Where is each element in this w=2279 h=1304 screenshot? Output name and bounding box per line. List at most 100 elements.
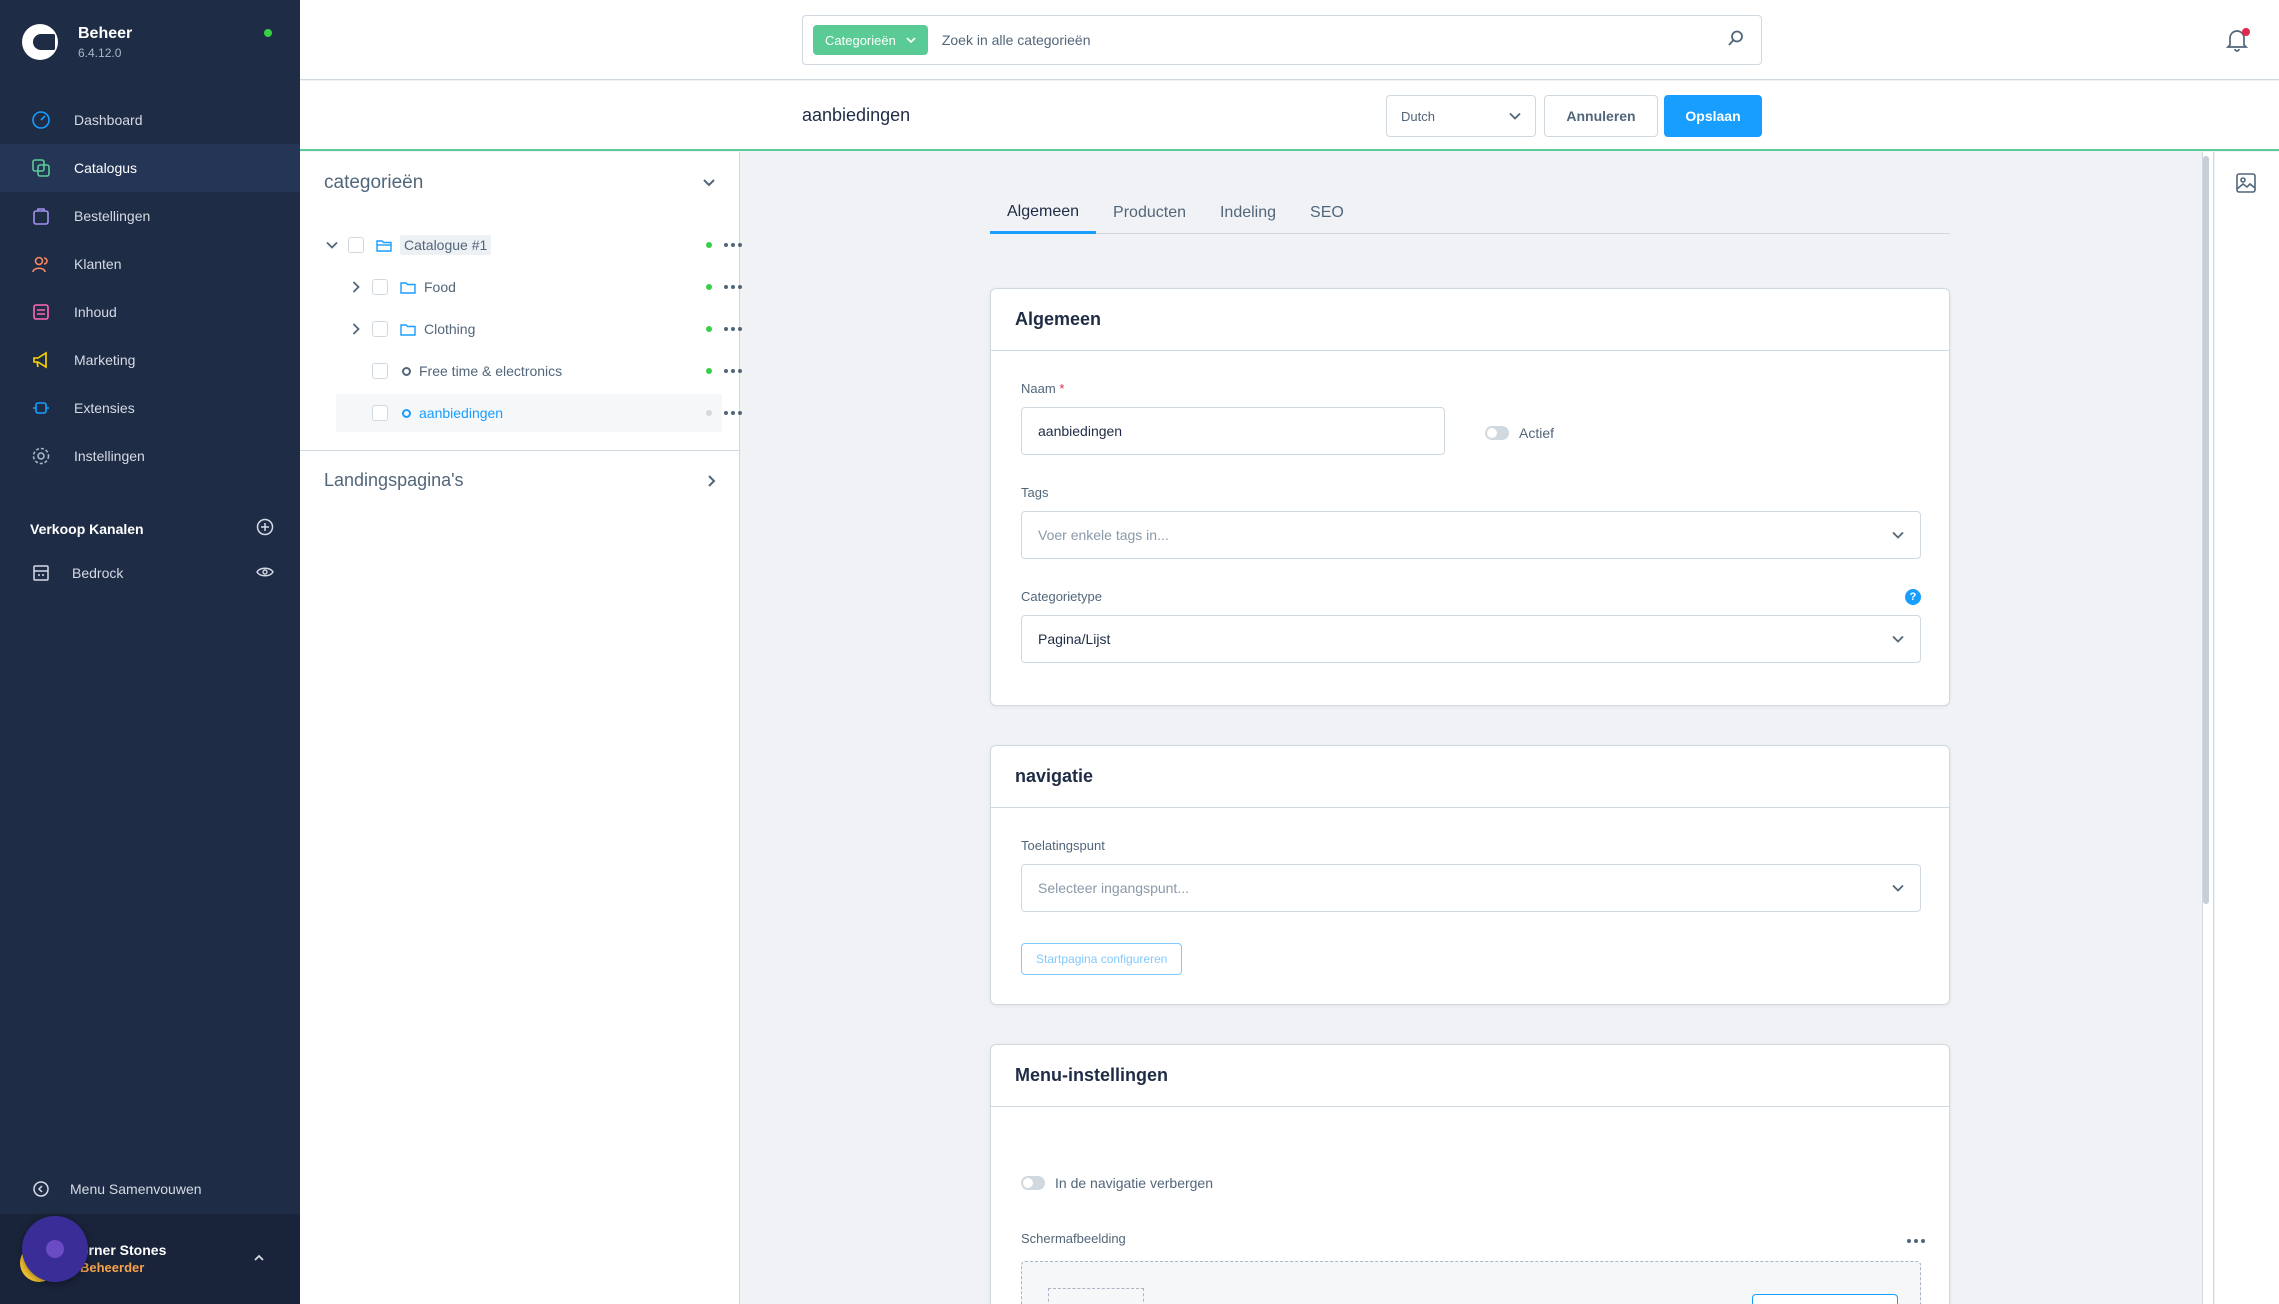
chevron-right-icon xyxy=(708,474,716,487)
chevron-right-icon[interactable] xyxy=(348,281,364,293)
collapse-icon xyxy=(30,1178,52,1200)
detail-tabs: Algemeen Producten Indeling SEO xyxy=(990,192,1950,234)
sidebar-item-dashboard[interactable]: Dashboard xyxy=(0,96,300,144)
hide-in-navigation-label: In de navigatie verbergen xyxy=(1055,1175,1213,1191)
card-title: navigatie xyxy=(991,746,1949,808)
folder-icon xyxy=(400,281,416,294)
tab-products[interactable]: Producten xyxy=(1096,192,1203,234)
user-name: orner Stones xyxy=(80,1242,167,1258)
brand[interactable]: Beheer 6.4.12.0 xyxy=(22,22,132,62)
card-title: Algemeen xyxy=(991,289,1949,351)
search-type-select[interactable]: Categorieën xyxy=(813,25,928,55)
sidebar-item-content[interactable]: Inhoud xyxy=(0,288,300,336)
category-tree-panel: categorieën Catalogue #1 Food Clothing F… xyxy=(300,152,742,1304)
global-search: Categorieën xyxy=(802,15,1762,65)
user-role: Beheerder xyxy=(80,1260,145,1275)
tree-item[interactable]: Food xyxy=(324,268,742,306)
scrollbar-thumb[interactable] xyxy=(2203,156,2209,904)
sidebar-item-label: Marketing xyxy=(74,352,136,368)
entry-point-select[interactable]: Selecteer ingangspunt... xyxy=(1021,864,1921,912)
tab-layout[interactable]: Indeling xyxy=(1203,192,1293,234)
tab-seo[interactable]: SEO xyxy=(1293,192,1361,234)
customers-icon xyxy=(30,253,52,275)
chevron-right-icon[interactable] xyxy=(348,323,364,335)
tree-checkbox[interactable] xyxy=(372,321,388,337)
context-menu-icon[interactable] xyxy=(1907,1239,1925,1243)
context-menu-icon[interactable] xyxy=(724,243,742,247)
context-menu-icon[interactable] xyxy=(724,285,742,289)
sales-channel-item[interactable]: Bedrock xyxy=(30,562,274,584)
chevron-down-icon xyxy=(1892,884,1904,892)
eye-icon[interactable] xyxy=(256,565,274,581)
context-menu-icon[interactable] xyxy=(724,369,742,373)
leaf-node-icon xyxy=(402,408,411,418)
tree-checkbox[interactable] xyxy=(372,363,388,379)
tree-item-root[interactable]: Catalogue #1 xyxy=(324,226,742,264)
category-type-value: Pagina/Lijst xyxy=(1038,631,1111,647)
category-tree-header[interactable]: categorieën xyxy=(324,172,716,194)
search-input[interactable] xyxy=(941,32,1727,48)
configure-homepage-button[interactable]: Startpagina configureren xyxy=(1021,943,1183,975)
sidebar-item-catalog[interactable]: Catalogus xyxy=(0,144,300,192)
tree-checkbox[interactable] xyxy=(372,405,388,421)
landing-pages-section[interactable]: Landingspagina's xyxy=(324,470,716,491)
category-type-select[interactable]: Pagina/Lijst xyxy=(1021,615,1921,663)
sidebar-item-orders[interactable]: Bestellingen xyxy=(0,192,300,240)
tree-item[interactable]: Free time & electronics xyxy=(324,352,742,390)
chevron-down-icon[interactable] xyxy=(324,241,340,249)
sidebar-item-customers[interactable]: Klanten xyxy=(0,240,300,288)
shopware-logo-icon xyxy=(22,24,58,60)
sidebar-item-label: Inhoud xyxy=(74,304,117,320)
smart-bar: aanbiedingen Dutch Annuleren Opslaan xyxy=(300,81,2279,151)
navigation-card: navigatie Toelatingspunt Selecteer ingan… xyxy=(990,745,1950,1005)
upload-button[interactable] xyxy=(1752,1294,1898,1304)
media-image-icon[interactable] xyxy=(2235,172,2257,199)
language-switch[interactable]: Dutch xyxy=(1386,95,1536,137)
help-icon[interactable]: ? xyxy=(1905,589,1921,605)
tree-item-selected[interactable]: aanbiedingen xyxy=(336,394,742,432)
sidebar-item-extensions[interactable]: Extensies xyxy=(0,384,300,432)
sales-channels-header: Verkoop Kanalen xyxy=(30,518,274,539)
tab-general[interactable]: Algemeen xyxy=(990,192,1097,234)
tree-item-label: Free time & electronics xyxy=(419,363,563,379)
landing-pages-title: Landingspagina's xyxy=(324,470,464,490)
active-status-dot xyxy=(706,326,712,332)
toggle-switch[interactable] xyxy=(1021,1176,1045,1190)
active-status-dot xyxy=(706,284,712,290)
app-title: Beheer xyxy=(78,24,133,42)
image-upload-dropzone[interactable] xyxy=(1021,1261,1921,1304)
storefront-icon xyxy=(30,562,52,584)
chevron-up-icon[interactable] xyxy=(252,1250,266,1268)
context-menu-icon[interactable] xyxy=(724,327,742,331)
sidebar-item-label: Extensies xyxy=(74,400,135,416)
save-button[interactable]: Opslaan xyxy=(1664,95,1762,137)
chevron-down-icon xyxy=(906,37,916,44)
search-icon[interactable] xyxy=(1727,29,1745,52)
catalog-icon xyxy=(30,157,52,179)
active-toggle[interactable]: Actief xyxy=(1485,425,1554,441)
toggle-switch[interactable] xyxy=(1485,426,1509,440)
name-label: Naam * xyxy=(1021,381,1065,396)
tree-item-label: Food xyxy=(424,279,456,295)
tags-placeholder: Voer enkele tags in... xyxy=(1038,527,1169,543)
cancel-button[interactable]: Annuleren xyxy=(1544,95,1658,137)
tags-field[interactable]: Voer enkele tags in... xyxy=(1021,511,1921,559)
chat-launcher-icon[interactable] xyxy=(22,1216,88,1282)
tree-item[interactable]: Clothing xyxy=(324,310,742,348)
context-menu-icon[interactable] xyxy=(724,411,742,415)
tree-checkbox[interactable] xyxy=(348,237,364,253)
sidebar-item-label: Bestellingen xyxy=(74,208,151,224)
sidebar-item-marketing[interactable]: Marketing xyxy=(0,336,300,384)
active-status-dot xyxy=(706,368,712,374)
sidebar-item-settings[interactable]: Instellingen xyxy=(0,432,300,480)
add-sales-channel-icon[interactable] xyxy=(256,518,274,539)
menu-settings-card: Menu-instellingen In de navigatie verber… xyxy=(990,1044,1950,1304)
sidebar-right xyxy=(2215,152,2279,1304)
hide-in-navigation-toggle[interactable]: In de navigatie verbergen xyxy=(1021,1175,1213,1191)
menu-collapse-button[interactable]: Menu Samenvouwen xyxy=(30,1178,202,1200)
chevron-down-icon xyxy=(1509,112,1521,120)
content-scrollbar[interactable] xyxy=(2202,152,2214,1304)
tree-checkbox[interactable] xyxy=(372,279,388,295)
required-marker: * xyxy=(1059,381,1065,396)
name-field[interactable]: aanbiedingen xyxy=(1021,407,1445,455)
